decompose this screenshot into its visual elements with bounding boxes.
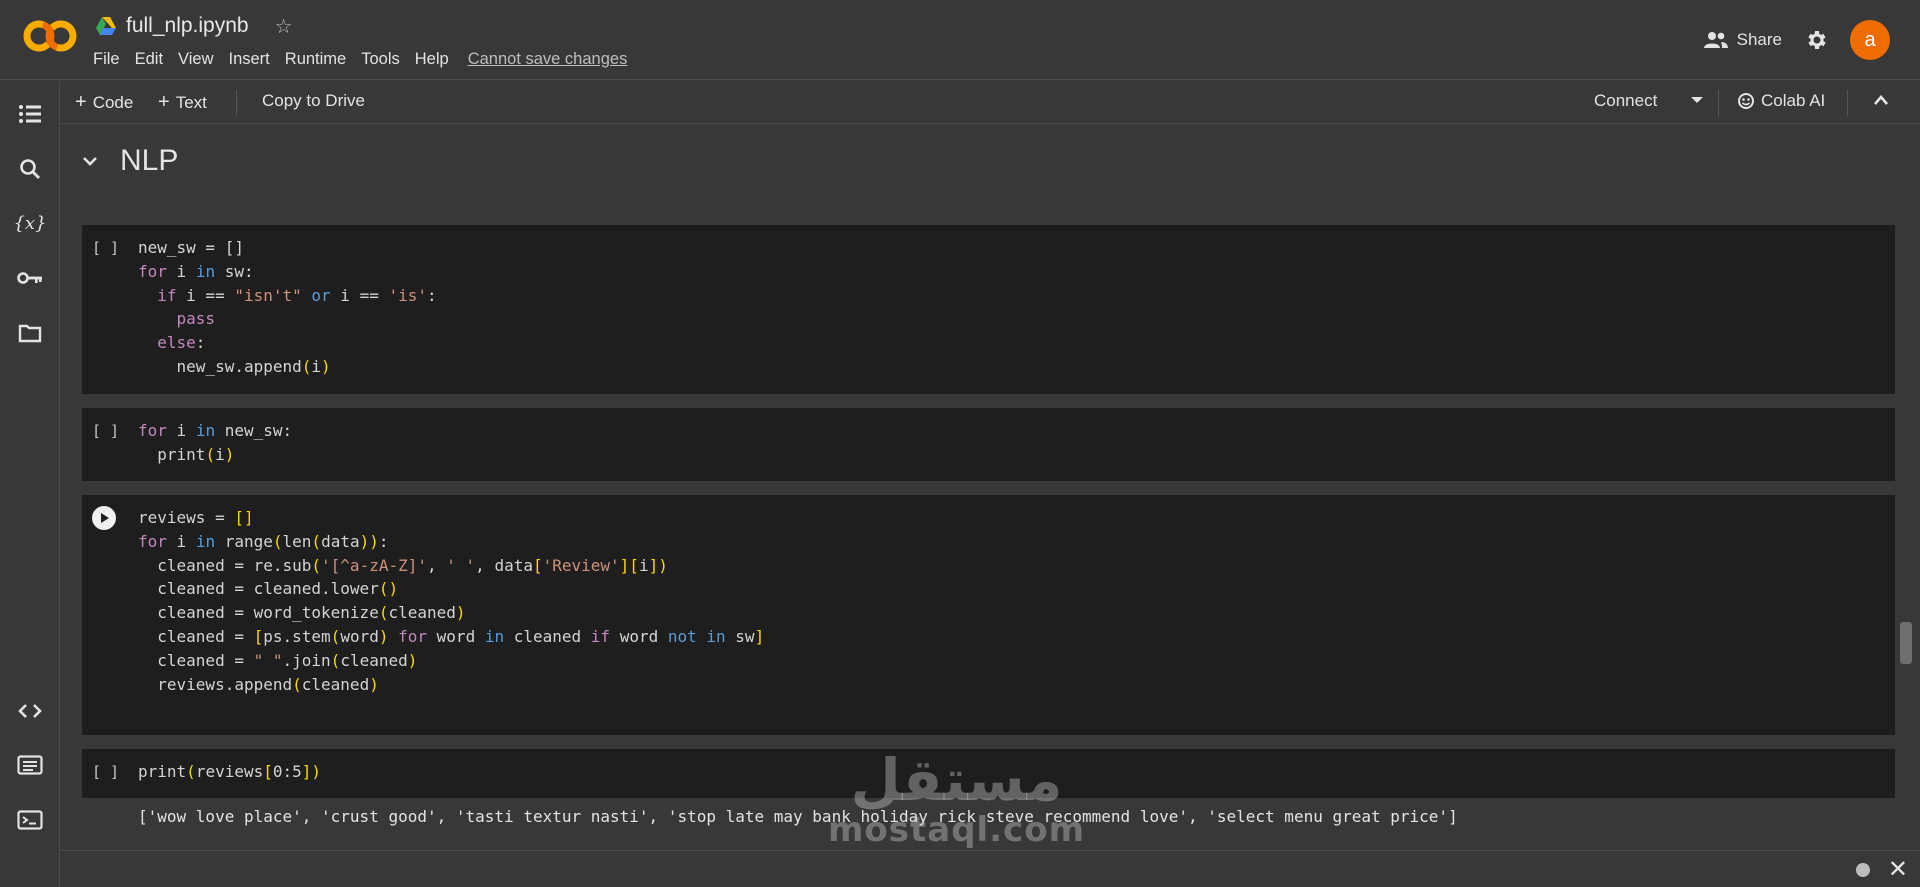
plus-icon: + bbox=[75, 91, 87, 113]
code-line: else: bbox=[157, 333, 206, 353]
cell-run-indicator[interactable]: [ ] bbox=[92, 763, 119, 781]
watermark-arabic: مستقل bbox=[850, 746, 1063, 814]
menu-runtime[interactable]: Runtime bbox=[285, 50, 346, 69]
title-row: full_nlp.ipynb ☆ bbox=[96, 12, 293, 40]
section-header[interactable]: NLP bbox=[82, 144, 178, 178]
menu-bar: File Edit View Insert Runtime Tools Help… bbox=[93, 50, 627, 69]
cell-output: ['wow love place', 'crust good', 'tasti … bbox=[138, 807, 1458, 826]
share-button[interactable]: Share bbox=[1703, 30, 1782, 50]
play-icon[interactable] bbox=[92, 506, 116, 530]
copy-to-drive-button[interactable]: Copy to Drive bbox=[262, 91, 365, 111]
status-dot-icon[interactable] bbox=[1856, 863, 1870, 877]
settings-icon[interactable] bbox=[1804, 28, 1828, 52]
toolbar-divider bbox=[236, 90, 237, 116]
code-line: cleaned = re.sub('[^a-zA-Z]', ' ', data[… bbox=[138, 555, 668, 575]
code-line: cleaned = [ps.stem(word) for word in cle… bbox=[138, 626, 765, 646]
code-line: for i in sw: bbox=[138, 261, 254, 281]
code-line: pass bbox=[176, 309, 216, 329]
colab-logo[interactable] bbox=[22, 18, 78, 54]
notebook-main: NLP [ ] new_sw = [] for i in sw: if i ==… bbox=[60, 124, 1920, 850]
menu-insert[interactable]: Insert bbox=[229, 50, 270, 69]
code-cell-2[interactable]: [ ] for i in new_sw: print(i) bbox=[82, 408, 1895, 481]
key-icon[interactable] bbox=[16, 264, 44, 292]
code-line: print(i) bbox=[138, 444, 235, 464]
menu-help[interactable]: Help bbox=[415, 50, 449, 69]
terminal-icon[interactable] bbox=[16, 806, 44, 834]
add-text-label: Text bbox=[175, 92, 207, 112]
code-snippets-icon[interactable] bbox=[16, 697, 44, 725]
table-of-contents-icon[interactable] bbox=[16, 100, 44, 128]
variables-icon[interactable]: {𝑥} bbox=[13, 209, 46, 237]
left-rail: {𝑥} bbox=[0, 81, 60, 887]
scrollbar-thumb[interactable] bbox=[1900, 622, 1912, 664]
cell-run-indicator[interactable]: [ ] bbox=[92, 239, 119, 257]
close-icon[interactable]: ✕ bbox=[1888, 855, 1908, 884]
colab-ai-icon bbox=[1738, 93, 1754, 109]
cell-run-indicator[interactable]: [ ] bbox=[92, 422, 119, 440]
toolbar-divider bbox=[1718, 90, 1719, 116]
avatar[interactable]: a bbox=[1850, 20, 1890, 60]
section-title: NLP bbox=[120, 144, 179, 177]
folder-icon[interactable] bbox=[16, 319, 44, 347]
header: full_nlp.ipynb ☆ File Edit View Insert R… bbox=[0, 0, 1920, 80]
code-line: print(reviews[0:5]) bbox=[138, 762, 322, 781]
drive-icon[interactable] bbox=[96, 17, 116, 35]
watermark: مستقل mostaql.com bbox=[828, 748, 1085, 848]
colab-ai-label: Colab AI bbox=[1761, 91, 1826, 110]
code-line: for i in range(len(data)): bbox=[138, 531, 389, 551]
chevron-down-icon[interactable] bbox=[1690, 95, 1704, 105]
code-line: reviews = [] bbox=[138, 508, 254, 527]
save-warning-link[interactable]: Cannot save changes bbox=[468, 50, 628, 69]
code-cell-3[interactable]: reviews = [] for i in range(len(data)): … bbox=[82, 495, 1895, 735]
header-actions: Share a bbox=[1703, 20, 1890, 60]
add-code-label: Code bbox=[92, 92, 134, 112]
colab-app: full_nlp.ipynb ☆ File Edit View Insert R… bbox=[0, 0, 1920, 887]
toolbar-divider bbox=[1847, 90, 1848, 116]
watermark-latin: mostaql.com bbox=[828, 810, 1086, 850]
notebook-title[interactable]: full_nlp.ipynb bbox=[126, 14, 249, 38]
code-line: cleaned = word_tokenize(cleaned) bbox=[138, 603, 466, 623]
code-line: cleaned = cleaned.lower() bbox=[138, 579, 399, 599]
cell-code[interactable]: for i in new_sw: print(i) bbox=[138, 419, 292, 467]
connect-button[interactable]: Connect bbox=[1594, 91, 1657, 111]
chevron-down-icon[interactable] bbox=[82, 155, 98, 167]
menu-edit[interactable]: Edit bbox=[135, 50, 163, 69]
plus-icon: + bbox=[158, 91, 170, 113]
status-bar: ✕ bbox=[60, 850, 1920, 887]
menu-file[interactable]: File bbox=[93, 50, 120, 69]
menu-tools[interactable]: Tools bbox=[361, 50, 400, 69]
cell-code[interactable]: print(reviews[0:5]) bbox=[138, 760, 321, 784]
notebook-toolbar: + Code + Text Copy to Drive Connect Cola… bbox=[60, 81, 1920, 124]
star-icon[interactable]: ☆ bbox=[275, 14, 293, 39]
search-icon[interactable] bbox=[16, 155, 44, 183]
people-icon bbox=[1703, 32, 1728, 48]
code-cell-1[interactable]: [ ] new_sw = [] for i in sw: if i == "is… bbox=[82, 225, 1895, 394]
cell-code[interactable]: reviews = [] for i in range(len(data)): … bbox=[138, 506, 764, 696]
code-line: for i in new_sw: bbox=[138, 421, 293, 440]
command-palette-icon[interactable] bbox=[16, 751, 44, 779]
menu-view[interactable]: View bbox=[178, 50, 213, 69]
add-code-button[interactable]: + Code bbox=[75, 91, 133, 114]
code-line: cleaned = " ".join(cleaned) bbox=[138, 650, 418, 670]
collapse-chevron-up-icon[interactable] bbox=[1873, 94, 1889, 106]
add-text-button[interactable]: + Text bbox=[158, 91, 207, 114]
code-line: new_sw = [] bbox=[138, 238, 244, 257]
colab-ai-button[interactable]: Colab AI bbox=[1737, 91, 1825, 111]
code-line: reviews.append(cleaned) bbox=[138, 674, 379, 694]
code-line: if i == "isn't" or i == 'is': bbox=[157, 285, 437, 305]
share-label: Share bbox=[1736, 30, 1782, 49]
code-line: new_sw.append(i) bbox=[138, 356, 331, 376]
cell-code[interactable]: new_sw = [] for i in sw: if i == "isn't"… bbox=[138, 236, 437, 379]
